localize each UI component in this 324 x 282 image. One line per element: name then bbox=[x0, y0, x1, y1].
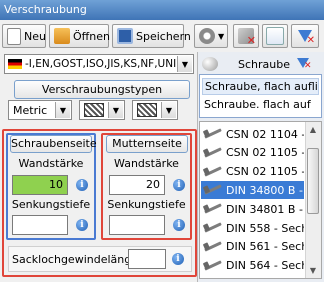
standards-selected-value: -I,EN,GOST,ISO,JIS,KS,NF,UNI bbox=[25, 58, 177, 70]
nut-wall-input[interactable]: 20 bbox=[109, 175, 165, 195]
delete-part-icon: ✕ bbox=[238, 28, 256, 47]
open-button[interactable]: Öffnen bbox=[49, 24, 110, 48]
folder-icon bbox=[54, 28, 70, 44]
bolt-wall-label: Wandstärke bbox=[18, 157, 84, 170]
bolt-icon bbox=[204, 167, 222, 177]
bolt-icon bbox=[204, 185, 222, 195]
list-item-label: CSN 02 1105 - bbox=[226, 165, 304, 179]
info-icon[interactable]: i bbox=[76, 179, 88, 191]
list-item[interactable]: DIN 561 - Sech bbox=[201, 238, 304, 256]
save-button-label: Speichern bbox=[136, 29, 191, 43]
gear-icon bbox=[199, 28, 215, 44]
new-file-icon bbox=[7, 27, 21, 45]
german-flag-icon bbox=[8, 59, 22, 69]
screw-tab-label[interactable]: Schraube bbox=[238, 58, 290, 71]
chevron-down-icon: ▼ bbox=[55, 102, 70, 118]
list-item[interactable]: CSN 02 1105 - bbox=[201, 144, 304, 162]
info-icon[interactable]: i bbox=[76, 219, 88, 231]
bolt-wall-input[interactable]: 10 bbox=[12, 175, 68, 195]
info-icon[interactable]: i bbox=[173, 179, 185, 191]
floppy-disk-icon bbox=[117, 28, 133, 44]
bolt-countersink-label: Senkungstiefe bbox=[11, 198, 91, 211]
screw-head-icon bbox=[202, 57, 218, 71]
list-item-label: DIN 561 - Sech bbox=[226, 240, 304, 254]
screw-type-item[interactable]: Schraube, flach aufli bbox=[202, 78, 319, 95]
bolt-side-header: Schraubenseite bbox=[10, 135, 97, 153]
bolt-icon bbox=[204, 261, 222, 271]
pattern-select-2[interactable]: ▼ bbox=[132, 100, 178, 120]
filter-clear-icon[interactable]: ✕ bbox=[296, 56, 312, 72]
list-item[interactable]: DIN 34801 B - S bbox=[201, 200, 304, 218]
clear-filter-button[interactable]: ✕ bbox=[291, 24, 319, 48]
save-button[interactable]: Speichern bbox=[112, 24, 191, 48]
chevron-down-icon: ▼ bbox=[177, 56, 192, 72]
scroll-up-icon[interactable]: ▲ bbox=[306, 123, 320, 137]
list-item-label: DIN 564 - Sech bbox=[226, 259, 304, 273]
nut-countersink-input[interactable] bbox=[109, 215, 165, 235]
scroll-down-icon[interactable]: ▼ bbox=[306, 264, 320, 278]
list-item[interactable]: DIN 34800 B - bbox=[201, 181, 304, 200]
type-selected-value: Metric bbox=[13, 103, 48, 117]
types-header: Verschraubungstypen bbox=[14, 80, 190, 99]
nut-side-header: Mutternseite bbox=[106, 135, 188, 153]
list-item-label: DIN 558 - Sech bbox=[226, 221, 304, 235]
pattern-select-1[interactable]: ▼ bbox=[79, 100, 125, 120]
new-button[interactable]: Neu bbox=[2, 24, 46, 48]
list-item-label: DIN 34801 B - S bbox=[226, 202, 304, 216]
hatch-pattern-icon bbox=[84, 103, 104, 117]
chevron-down-icon: ▼ bbox=[218, 31, 225, 41]
bolt-icon bbox=[204, 204, 222, 214]
scroll-thumb[interactable] bbox=[307, 148, 319, 214]
nut-wall-label: Wandstärke bbox=[114, 157, 179, 170]
info-icon[interactable]: i bbox=[172, 253, 184, 265]
list-item[interactable]: DIN 564 - Sech bbox=[201, 257, 304, 275]
list-item-label: CSN 02 1105 - bbox=[226, 146, 304, 160]
nut-countersink-label: Senkungstiefe bbox=[107, 198, 186, 211]
clear-mark-icon: ✕ bbox=[306, 35, 315, 46]
new-button-label: Neu bbox=[24, 29, 46, 43]
bolt-icon bbox=[204, 129, 222, 139]
delete-part-button[interactable]: ✕ bbox=[233, 24, 259, 48]
blind-hole-input[interactable] bbox=[128, 249, 166, 269]
type-select[interactable]: Metric ▼ bbox=[8, 100, 72, 120]
export-button[interactable] bbox=[262, 24, 288, 48]
list-item-label: CSN 02 1104 - S bbox=[226, 127, 304, 141]
screw-type-item[interactable]: Schraube. flach auf bbox=[202, 97, 319, 114]
settings-dropdown-button[interactable]: ▼ bbox=[194, 24, 228, 48]
blind-hole-label: Sacklochgewindelänge: bbox=[12, 253, 142, 266]
list-item-label: DIN 34800 B - bbox=[226, 183, 303, 197]
bolt-icon bbox=[204, 242, 222, 252]
bolt-countersink-input[interactable] bbox=[12, 215, 68, 235]
standards-select[interactable]: -I,EN,GOST,ISO,JIS,KS,NF,UNI ▼ bbox=[4, 54, 194, 74]
bolt-icon bbox=[204, 148, 222, 158]
chevron-down-icon: ▼ bbox=[161, 102, 176, 118]
info-icon[interactable]: i bbox=[173, 219, 185, 231]
list-item[interactable]: CSN 02 1105 - bbox=[201, 163, 304, 181]
document-export-icon bbox=[266, 27, 284, 45]
open-button-label: Öffnen bbox=[73, 29, 110, 43]
window-title: Verschraubung bbox=[0, 0, 324, 20]
bolt-icon bbox=[204, 223, 222, 233]
list-item[interactable]: DIN 558 - Sech bbox=[201, 219, 304, 237]
hatch-pattern-icon bbox=[137, 103, 157, 117]
list-item[interactable]: CSN 02 1104 - S bbox=[201, 125, 304, 143]
chevron-down-icon: ▼ bbox=[108, 102, 123, 118]
